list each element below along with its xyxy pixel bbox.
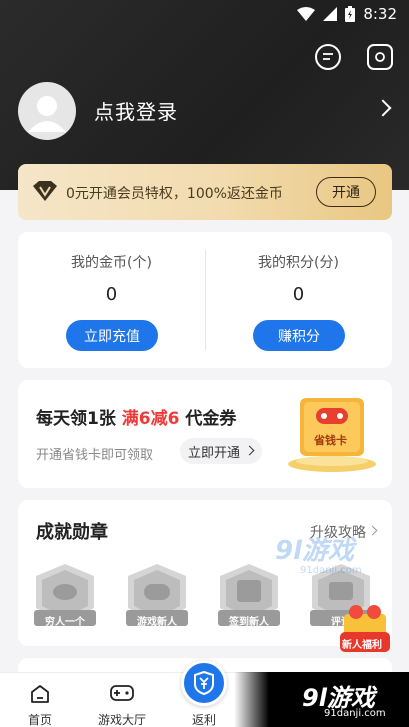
vip-text: 0元开通会员特权，100%返还金币 [66, 186, 283, 202]
badge-label: 签到新人 [229, 617, 269, 628]
gold-column: 我的金币(个) 0 立即充值 [18, 232, 205, 368]
battery-icon [345, 6, 356, 22]
wallet-card: 我的金币(个) 0 立即充值 我的积分(分) 0 赚积分 [18, 232, 392, 368]
points-label: 我的积分(分) [258, 255, 339, 271]
wifi-icon [297, 7, 316, 21]
badge-label: 穷人一个 [45, 617, 85, 628]
coupon-open-label: 立即开通 [188, 445, 241, 461]
chevron-right-icon[interactable] [367, 525, 378, 536]
gold-label: 我的金币(个) [71, 255, 152, 271]
brand-url: 91danji.com [324, 708, 386, 719]
badge-item[interactable]: 穷人一个 [32, 562, 98, 632]
signal-icon [323, 7, 338, 21]
rebate-fab-button[interactable] [181, 660, 227, 706]
new-user-gift-label: 新人福利 [342, 640, 382, 651]
points-value: 0 [292, 284, 305, 305]
profile-header: 8:32 点我登录 [0, 0, 409, 190]
points-column: 我的积分(分) 0 赚积分 [205, 232, 392, 368]
status-icons: 8:32 [297, 5, 397, 23]
header-actions [315, 44, 393, 70]
badge-label: 游戏新人 [137, 617, 177, 628]
status-time: 8:32 [363, 5, 397, 23]
message-icon[interactable] [315, 44, 341, 70]
gamepad-icon [110, 685, 134, 701]
status-bar: 8:32 [0, 0, 409, 28]
vip-banner[interactable]: 0元开通会员特权，100%返还金币 开通 [18, 164, 392, 220]
coupon-title: 每天领1张 满6减6 代金券 [36, 404, 236, 429]
settings-icon[interactable] [367, 44, 393, 70]
badge-item[interactable]: 游戏新人 [124, 562, 190, 632]
gold-value: 0 [105, 284, 118, 305]
coupon-card[interactable]: 每天领1张 满6减6 代金券 开通省钱卡即可领取 立即开通 省钱卡 [18, 380, 392, 488]
coupon-highlight: 满6减6 [121, 409, 180, 429]
vip-diamond-icon [32, 180, 58, 206]
yuan-shield-icon [194, 671, 214, 695]
savings-card-text: 省钱卡 [314, 434, 347, 447]
watermark-url: 91danji.com [300, 565, 362, 576]
achievements-title: 成就勋章 [36, 522, 108, 543]
earn-points-button[interactable]: 赚积分 [253, 320, 345, 351]
nav-label: 首页 [27, 713, 52, 727]
nav-label: 返利 [191, 713, 216, 727]
nav-item-home[interactable]: 首页 [0, 673, 80, 727]
avatar[interactable] [18, 82, 76, 140]
chevron-right-icon[interactable] [374, 99, 392, 117]
recharge-button[interactable]: 立即充值 [66, 320, 158, 351]
coupon-title-suffix: 代金券 [179, 409, 237, 429]
coupon-open-button[interactable]: 立即开通 [180, 438, 263, 464]
vip-open-button[interactable]: 开通 [316, 177, 376, 207]
watermark: 9l游戏 [275, 536, 355, 566]
home-icon [31, 685, 49, 703]
coupon-subtitle: 开通省钱卡即可领取 [36, 448, 154, 463]
coupon-title-prefix: 每天领1张 [36, 409, 122, 429]
nav-item-game-hall[interactable]: 游戏大厅 [82, 673, 162, 727]
badge-item[interactable]: 签到新人 [216, 562, 282, 632]
login-link[interactable]: 点我登录 [94, 96, 178, 125]
new-user-gift-button[interactable]: 新人福利 [336, 600, 394, 658]
nav-label: 游戏大厅 [97, 713, 146, 727]
chevron-right-icon [244, 445, 255, 456]
savings-card-image: 省钱卡 [286, 392, 378, 474]
